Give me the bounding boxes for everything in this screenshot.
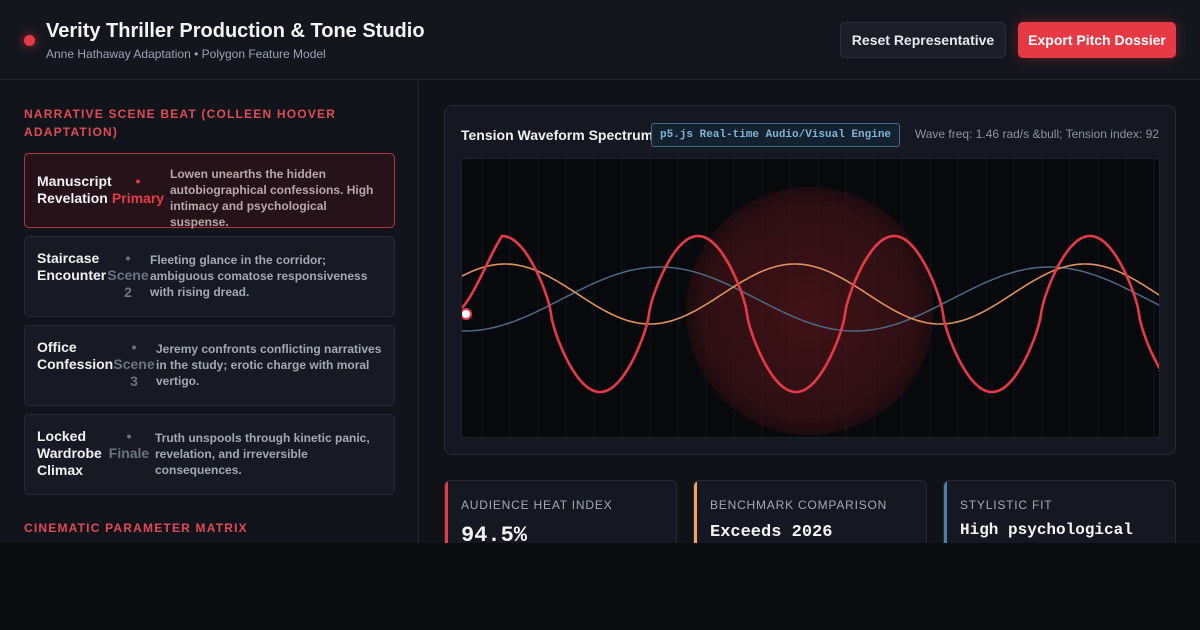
metric-label: AUDIENCE HEAT INDEX [461, 498, 613, 512]
scene-beat-office-confession[interactable]: Office Confession • Scene 3 Jeremy confr… [24, 325, 395, 406]
metric-value: Exceeds 2026 [710, 523, 833, 542]
beat-tag: • Finale [108, 428, 150, 461]
waveform-svg [462, 159, 1159, 437]
beat-name: Staircase Encounter [37, 250, 107, 283]
beat-tag: • Scene 3 [113, 339, 155, 389]
beat-description: Lowen unearths the hidden autobiographic… [170, 167, 374, 229]
metric-label: BENCHMARK COMPARISON [710, 498, 888, 512]
engine-badge: p5.js Real-time Audio/Visual Engine [651, 123, 901, 147]
waveform-title: Tension Waveform Spectrum [461, 127, 654, 143]
waveform-canvas[interactable] [461, 158, 1160, 438]
metric-stylistic-fit: STYLISTIC FIT High psychological [943, 480, 1176, 543]
beat-tag: • Scene 2 [107, 250, 149, 300]
narrative-section-label: NARRATIVE SCENE BEAT (COLLEEN HOOVER ADA… [24, 107, 337, 139]
export-pitch-dossier-button[interactable]: Export Pitch Dossier [1018, 22, 1176, 58]
metric-accent-bar [694, 481, 697, 543]
recording-indicator-icon [24, 35, 35, 46]
waveform-meta: Wave freq: 1.46 rad/s &bull; Tension ind… [914, 127, 1159, 141]
metric-accent-bar [944, 481, 947, 543]
metric-label: STYLISTIC FIT [960, 498, 1053, 512]
waveform-card: Tension Waveform Spectrum p5.js Real-tim… [444, 105, 1176, 455]
beat-name: Manuscript Revelation [37, 173, 112, 206]
header-bar: Verity Thriller Production & Tone Studio… [0, 0, 1200, 80]
matrix-section-label: CINEMATIC PARAMETER MATRIX [24, 521, 248, 535]
beat-description: Jeremy confronts conflicting narratives … [156, 342, 382, 388]
metric-benchmark-comparison: BENCHMARK COMPARISON Exceeds 2026 [693, 480, 927, 543]
app-title: Verity Thriller Production & Tone Studio [46, 20, 425, 42]
metric-value: High psychological [960, 521, 1133, 539]
metric-value: 94.5% [461, 523, 528, 543]
metric-audience-heat: AUDIENCE HEAT INDEX 94.5% [444, 480, 677, 543]
app-window: Verity Thriller Production & Tone Studio… [0, 0, 1200, 543]
metric-accent-bar [445, 481, 448, 543]
scene-beat-manuscript-revelation[interactable]: Manuscript Revelation • Primary Lowen un… [24, 153, 395, 229]
beat-name: Office Confession [37, 339, 114, 372]
reset-representative-button[interactable]: Reset Representative [840, 22, 1006, 58]
app-subtitle: Anne Hathaway Adaptation • Polygon Featu… [46, 47, 326, 61]
beat-name: Locked Wardrobe Climax [37, 428, 102, 478]
beat-description: Truth unspools through kinetic panic, re… [155, 431, 370, 477]
scene-beat-locked-wardrobe-climax[interactable]: Locked Wardrobe Climax • Finale Truth un… [24, 414, 395, 495]
scene-beat-staircase-encounter[interactable]: Staircase Encounter • Scene 2 Fleeting g… [24, 236, 395, 317]
beat-tag: • Primary [111, 173, 165, 206]
beat-description: Fleeting glance in the corridor; ambiguo… [150, 253, 368, 299]
playhead-marker[interactable] [462, 308, 472, 320]
left-panel: NARRATIVE SCENE BEAT (COLLEEN HOOVER ADA… [0, 81, 419, 543]
